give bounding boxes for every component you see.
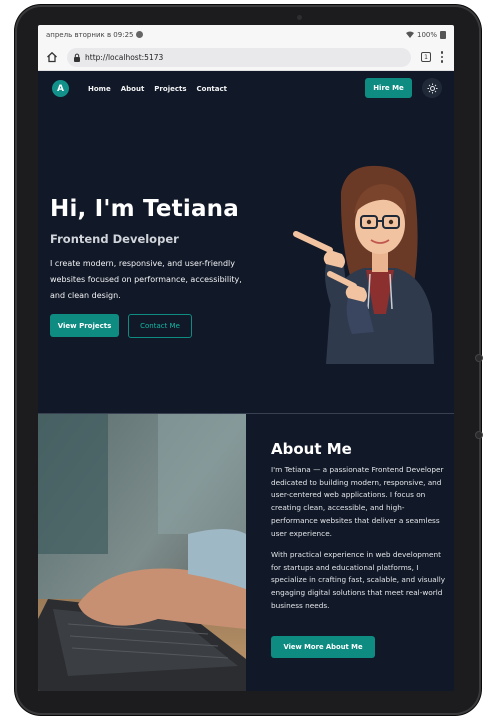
tablet-screen: апрель вторник в 09:25 100% http://local… <box>38 25 454 691</box>
about-section: About Me I'm Tetiana — a passionate Fron… <box>246 414 454 691</box>
more-menu-icon[interactable] <box>440 51 444 63</box>
notification-icon <box>136 31 144 38</box>
status-date-time: апрель вторник в 09:25 <box>46 30 134 39</box>
nav-links: Home About Projects Contact <box>88 85 227 93</box>
avatar-illustration <box>293 165 434 364</box>
about-title: About Me <box>271 440 352 458</box>
wifi-icon <box>405 31 414 38</box>
home-icon[interactable] <box>45 50 59 64</box>
tabs-icon[interactable]: 1 <box>421 52 431 62</box>
lock-icon <box>73 53 81 62</box>
battery-icon <box>440 30 446 39</box>
hire-me-button[interactable]: Hire Me <box>365 78 412 98</box>
browser-toolbar: http://localhost:5173 1 <box>38 44 454 71</box>
hero-description: I create modern, responsive, and user-fr… <box>50 259 242 300</box>
hero-subtitle: Frontend Developer <box>50 232 179 246</box>
logo[interactable]: A <box>52 80 69 97</box>
battery-percent: 100% <box>416 30 437 39</box>
hero-section: Hi, I'm Tetiana Frontend Developer I cre… <box>38 106 454 414</box>
logo-text: A <box>57 83 64 94</box>
view-projects-button[interactable]: View Projects <box>50 314 119 337</box>
contact-me-button[interactable]: Contact Me <box>128 314 192 338</box>
front-camera <box>297 15 302 20</box>
nav-link-home[interactable]: Home <box>88 85 111 93</box>
status-bar: апрель вторник в 09:25 100% <box>38 25 454 44</box>
nav-link-projects[interactable]: Projects <box>154 85 186 93</box>
sun-icon <box>427 83 437 93</box>
side-sensor <box>476 432 482 438</box>
theme-toggle-button[interactable] <box>422 78 442 98</box>
nav-link-about[interactable]: About <box>121 85 145 93</box>
about-photo <box>38 414 246 691</box>
about-paragraph-2: With practical experience in web develop… <box>271 550 446 610</box>
view-more-about-button[interactable]: View More About Me <box>271 636 375 658</box>
url-text: http://localhost:5173 <box>85 52 164 62</box>
about-paragraph-1: I'm Tetiana — a passionate Frontend Deve… <box>271 465 444 538</box>
side-button <box>476 355 482 361</box>
tab-count: 1 <box>424 53 428 61</box>
url-bar[interactable]: http://localhost:5173 <box>67 47 411 67</box>
site-navbar: A Home About Projects Contact Hire Me <box>38 71 454 106</box>
hero-title: Hi, I'm Tetiana <box>50 196 239 222</box>
nav-link-contact[interactable]: Contact <box>197 85 228 93</box>
